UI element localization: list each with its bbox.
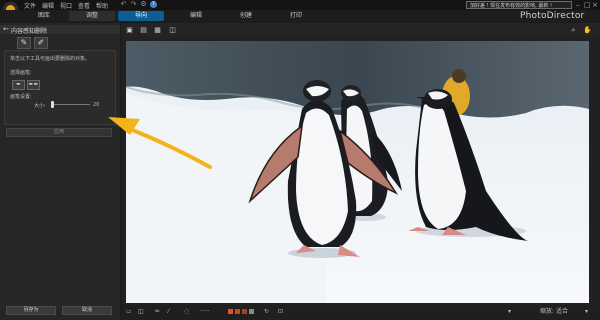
brush-tip-icon: ✒ [15,81,22,88]
compare-icon[interactable]: ◫ [168,26,177,34]
tab-create[interactable]: 创建 [226,11,266,21]
tab-adjust[interactable]: 调整 [69,11,115,21]
color-swatch-dark-red[interactable] [242,309,247,314]
brand-name: PhotoDirector [520,11,585,21]
brush-tool-icon[interactable]: ⁄ [168,308,169,316]
menu-view[interactable]: 视口 [60,1,72,10]
close-icon[interactable]: × [592,1,598,9]
magnifier-icon[interactable]: ⌕ [569,26,578,34]
brush-tool-button[interactable]: ✎ [17,37,31,49]
size-value: 20 [93,102,100,108]
select-brush-label: 选择画笔: [10,70,32,76]
color-swatch-orange[interactable] [228,309,233,314]
single-view-icon[interactable]: ▭ [126,308,132,316]
dotted-selection-icon[interactable]: ····· [200,308,210,316]
viewer-bottom-bar [121,305,600,320]
menu-file[interactable]: 文件 [24,1,36,10]
eraser-icon: ✐ [37,38,45,47]
color-swatch-red[interactable] [235,309,240,314]
help-icon[interactable]: ? [150,1,157,8]
apply-button[interactable]: 应用 [6,128,112,137]
brush-settings-label: 画笔设置: [10,94,32,100]
photo-icon[interactable]: ▤ [139,26,148,34]
annotation-arrow [108,117,212,169]
hand-tool-icon[interactable]: ✋ [583,26,592,34]
undo-icon[interactable]: ↶ [120,1,127,8]
maximize-icon[interactable]: □ [584,1,591,9]
menu-help[interactable]: 帮助 [96,1,108,10]
rotate-icon[interactable]: ↻ [264,308,269,316]
fit-label: 缩放: [540,308,555,315]
color-swatch-gray[interactable] [249,309,254,314]
settings-gear-icon[interactable]: ⚙ [140,1,147,8]
brush-small-button[interactable]: ✒ [12,80,25,90]
minimize-icon[interactable]: – [576,1,580,9]
split-view-icon[interactable]: ◫ [138,308,144,316]
grid-view-icon[interactable]: ▦ [153,26,162,34]
lasso-icon[interactable]: ◌ [184,308,189,316]
tab-guided[interactable]: 导向 [118,11,164,21]
brush-large-button[interactable]: ✒✒ [27,80,40,90]
cancel-button[interactable]: 取消 [62,306,112,315]
viewer-toolbar [121,23,600,37]
size-slider-track[interactable] [52,104,90,105]
back-arrow-icon[interactable]: ← [3,25,9,33]
eraser-tool-button[interactable]: ✐ [34,37,48,49]
image-icon[interactable]: ▣ [125,26,134,34]
brush-tips-icon: ✒✒ [28,81,39,88]
promo-notification[interactable]: 加好差 ! 现在发布有效的影响, 最新 ! [466,1,572,9]
tab-print[interactable]: 打印 [276,11,316,21]
fit-value[interactable]: 适合 [556,308,568,316]
tab-edit[interactable]: 编辑 [176,11,216,21]
panel-title: 内容感知删除 [11,28,48,35]
fit-dropdown-icon[interactable]: ▾ [585,308,588,316]
save-as-button[interactable]: 另存为 [6,306,56,315]
crop-icon[interactable]: ⊡ [278,308,283,316]
size-label: 大小: [34,103,46,109]
size-slider-thumb[interactable] [51,101,54,108]
eyedropper-icon[interactable]: ✏ [155,308,160,316]
menu-display[interactable]: 查看 [78,1,90,10]
brush-icon: ✎ [20,38,28,47]
dropdown-icon[interactable]: ▾ [508,308,511,316]
redo-icon[interactable]: ↷ [130,1,137,8]
tab-library[interactable]: 图库 [22,11,66,21]
instruction-text: 单击以下工具可画出要删除的对象。 [10,56,91,62]
menu-edit[interactable]: 编辑 [42,1,54,10]
